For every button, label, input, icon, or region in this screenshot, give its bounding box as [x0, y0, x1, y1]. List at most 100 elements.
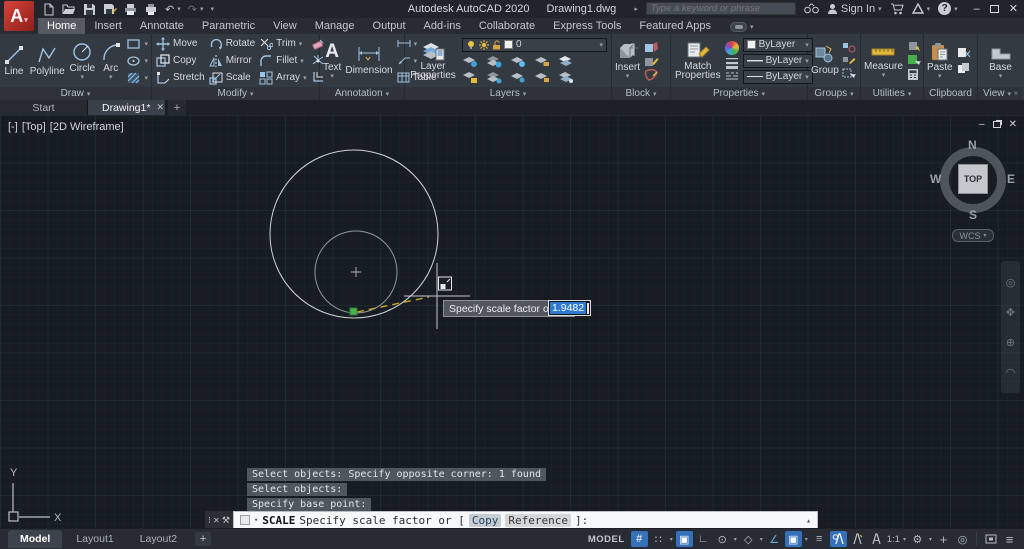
layer-state-tool-icon[interactable]: [558, 71, 574, 84]
tab-view[interactable]: View: [264, 18, 306, 34]
ucs-icon[interactable]: Y X: [9, 467, 62, 524]
snap-mode-toggle[interactable]: ∷: [650, 531, 667, 547]
search-binoculars-icon[interactable]: [804, 3, 819, 14]
layer-dropdown[interactable]: 0 ▾: [462, 38, 607, 52]
viewcube[interactable]: N S W E TOP: [937, 144, 1009, 216]
print-icon[interactable]: [144, 3, 158, 16]
object-snap-toggle[interactable]: ▣: [785, 531, 802, 547]
panel-label-clipboard[interactable]: Clipboard: [924, 87, 977, 100]
connect-button[interactable]: ▾: [730, 22, 754, 34]
sign-in-button[interactable]: Sign In ▾: [827, 3, 882, 15]
panel-label-block[interactable]: Block▾: [612, 87, 670, 100]
copy-button[interactable]: Copy: [156, 54, 205, 68]
viewcube-west[interactable]: W: [930, 172, 941, 186]
trim-button[interactable]: Trim ▾: [259, 37, 306, 51]
panel-label-layers[interactable]: Layers▾: [405, 87, 611, 100]
fillet-button[interactable]: Fillet ▾: [259, 54, 306, 68]
maximize-button[interactable]: [990, 5, 999, 13]
qat-customize-caret-icon[interactable]: ▾: [210, 5, 214, 13]
panel-label-properties[interactable]: Properties▾: [671, 87, 807, 100]
nav-zoom-icon[interactable]: ⊕: [1006, 336, 1015, 349]
layout-tab-layout2[interactable]: Layout2: [128, 530, 189, 548]
annotation-scale-icon-button[interactable]: [868, 531, 885, 547]
cut-icon[interactable]: [957, 47, 971, 59]
tab-output[interactable]: Output: [364, 18, 415, 34]
array-button[interactable]: Array ▾: [259, 71, 306, 85]
isolate-objects-button[interactable]: ◎: [954, 531, 971, 547]
drawing-restore-button[interactable]: [993, 121, 1001, 128]
snap-caret-icon[interactable]: ▾: [670, 536, 673, 543]
create-block-icon[interactable]: [644, 41, 659, 53]
stretch-button[interactable]: Stretch: [156, 71, 205, 85]
plot-icon[interactable]: [124, 3, 137, 16]
text-button[interactable]: A Text ▾: [323, 34, 341, 87]
infer-constraints-toggle[interactable]: ▣: [676, 531, 693, 547]
layer-isolate-tool-icon[interactable]: [486, 55, 502, 68]
annotation-visibility-toggle[interactable]: [830, 531, 847, 547]
tab-annotate[interactable]: Annotate: [131, 18, 193, 34]
match-properties-button[interactable]: Match Properties: [675, 34, 721, 87]
quick-select-icon[interactable]: [907, 54, 921, 66]
annotation-autoscale-toggle[interactable]: [849, 531, 866, 547]
file-tab-close-icon[interactable]: ✕: [156, 102, 164, 113]
command-option-copy[interactable]: Copy: [469, 514, 502, 527]
command-line-grip[interactable]: ⁝ ✕ ⚒: [205, 511, 233, 529]
file-tab-drawing1[interactable]: Drawing1* ✕: [88, 100, 166, 115]
wcs-menu[interactable]: WCS ▾: [952, 229, 994, 242]
object-color-dropdown[interactable]: ByLayer ▾: [743, 38, 813, 52]
drawing-close-button[interactable]: ✕: [1009, 119, 1017, 130]
new-file-icon[interactable]: [42, 3, 55, 16]
command-option-reference[interactable]: Reference: [505, 514, 571, 527]
viewcube-east[interactable]: E: [1007, 172, 1015, 186]
file-tab-start[interactable]: Start: [0, 100, 88, 115]
base-button[interactable]: Base ▾: [989, 34, 1013, 87]
viewcube-north[interactable]: N: [968, 138, 977, 152]
viewport-view-control[interactable]: [Top]: [22, 121, 46, 133]
linetype-icon[interactable]: [725, 71, 739, 81]
undo-button[interactable]: ↶▾: [165, 3, 181, 16]
circle-button[interactable]: Circle ▾: [69, 34, 95, 87]
lineweight-display-toggle[interactable]: ≡: [811, 531, 828, 547]
clean-screen-button[interactable]: [982, 531, 999, 547]
paste-button[interactable]: Paste ▾: [927, 34, 953, 87]
layer-thaw-tool-icon[interactable]: [510, 71, 526, 84]
layer-freeze-tool-icon[interactable]: [510, 55, 526, 68]
color-wheel-icon[interactable]: [725, 41, 739, 55]
tab-insert[interactable]: Insert: [85, 18, 131, 34]
layer-match-tool-icon[interactable]: [558, 55, 574, 68]
move-button[interactable]: Move: [156, 37, 205, 51]
layer-properties-button[interactable]: Layer Properties: [409, 34, 457, 87]
hatch-button[interactable]: ▾: [126, 70, 148, 85]
group-selection-icon[interactable]: [842, 68, 856, 79]
lineweight-dropdown[interactable]: ByLayer ▾: [743, 54, 813, 68]
block-attributes-icon[interactable]: [644, 69, 659, 81]
dimension-button[interactable]: Dimension: [345, 34, 392, 87]
arc-button[interactable]: Arc ▾: [100, 34, 122, 87]
large-circle-entity[interactable]: [270, 150, 438, 318]
panel-label-draw[interactable]: Draw▾: [0, 87, 151, 100]
tab-addins[interactable]: Add-ins: [415, 18, 470, 34]
panel-label-view[interactable]: View▾»: [978, 87, 1023, 100]
linetype-dropdown[interactable]: ByLayer ▾: [743, 70, 813, 84]
polyline-button[interactable]: Polyline: [30, 34, 65, 87]
help-button[interactable]: ? ▾: [938, 2, 958, 15]
polar-tracking-toggle[interactable]: ⊙: [714, 531, 731, 547]
redo-button[interactable]: ↷▾: [188, 3, 204, 16]
drag-handle-icon[interactable]: ⁝: [208, 515, 211, 526]
model-space-canvas[interactable]: [-] [Top] [2D Wireframe] – ✕: [0, 115, 1024, 549]
line-button[interactable]: Line: [3, 34, 25, 87]
search-input[interactable]: [646, 2, 796, 15]
dynamic-input-field[interactable]: 1.9482: [548, 300, 591, 316]
command-close-icon[interactable]: ✕: [213, 516, 220, 525]
scale-button[interactable]: Scale: [209, 71, 255, 85]
viewcube-south[interactable]: S: [969, 208, 977, 222]
nav-wheel-icon[interactable]: ◎: [1006, 276, 1016, 289]
viewport-visual-style-control[interactable]: [2D Wireframe]: [50, 121, 124, 133]
layout-tab-model[interactable]: Model: [8, 530, 62, 548]
app-menu-button[interactable]: A ▾: [4, 1, 34, 31]
tab-collaborate[interactable]: Collaborate: [470, 18, 544, 34]
isometric-drafting-toggle[interactable]: ◇: [740, 531, 757, 547]
osnap-tracking-toggle[interactable]: ∠: [766, 531, 783, 547]
ellipse-button[interactable]: ▾: [126, 53, 148, 68]
panel-label-annotation[interactable]: Annotation▾: [320, 87, 404, 100]
